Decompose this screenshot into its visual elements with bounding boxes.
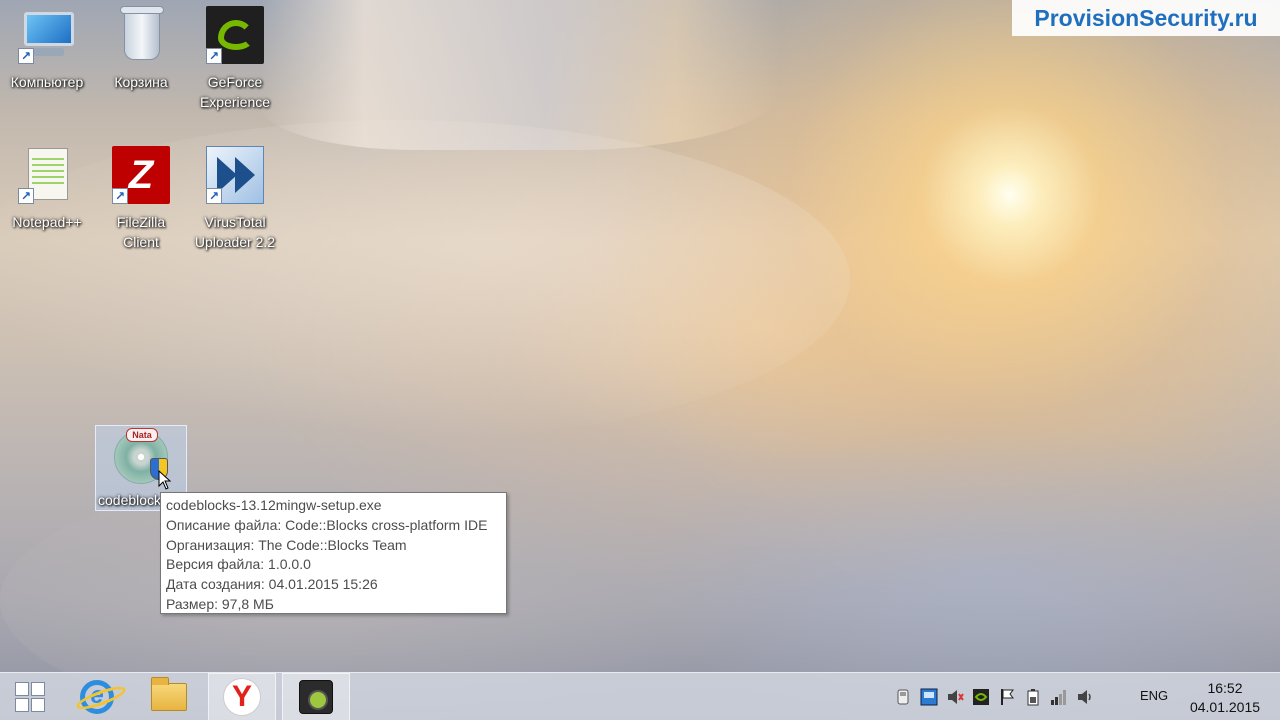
computer-icon: ↗ <box>16 4 78 66</box>
virustotal-icon: ↗ <box>204 144 266 206</box>
volume-icon[interactable] <box>1074 686 1096 708</box>
taskbar-yandex-browser[interactable]: Y <box>208 673 276 720</box>
taskbar-file-explorer[interactable] <box>138 673 200 720</box>
desktop-icon-label: codeblocks <box>98 492 169 508</box>
geforce-icon: ↗ <box>204 4 266 66</box>
taskbar: e Y ENG 16:52 04.01.2015 <box>0 672 1280 720</box>
tooltip-version: Версия файла: 1.0.0.0 <box>166 556 311 573</box>
usb-device-icon[interactable] <box>892 686 914 708</box>
wallpaper-ice-cliff <box>260 0 780 150</box>
file-info-tooltip: codeblocks-13.12mingw-setup.exe Описание… <box>160 492 507 614</box>
mouse-cursor-icon <box>158 470 172 490</box>
language-indicator[interactable]: ENG <box>1140 688 1168 703</box>
notepad-plus-plus-icon: ↗ <box>16 144 78 206</box>
taskbar-internet-explorer[interactable]: e <box>66 673 128 720</box>
nvidia-tray-icon[interactable] <box>970 686 992 708</box>
desktop-icon-label: GeForce Experience <box>199 74 271 110</box>
tooltip-description: Описание файла: Code::Blocks cross-platf… <box>166 516 488 533</box>
network-manager-icon[interactable] <box>918 686 940 708</box>
action-center-flag-icon[interactable] <box>996 686 1018 708</box>
camera-icon <box>299 680 333 714</box>
signal-strength-icon[interactable] <box>1048 686 1070 708</box>
tooltip-filename: codeblocks-13.12mingw-setup.exe <box>166 497 382 513</box>
clock-time: 16:52 <box>1207 680 1243 696</box>
tooltip-size: Размер: 97,8 МБ <box>166 595 274 612</box>
desktop-icon-filezilla[interactable]: Z ↗ FileZilla Client <box>94 144 188 252</box>
desktop-icon-label: FileZilla Client <box>116 214 166 250</box>
clock-date: 04.01.2015 <box>1189 699 1261 715</box>
tooltip-company: Организация: The Code::Blocks Team <box>166 536 407 553</box>
desktop-icon-virustotal[interactable]: ↗ VirusTotal Uploader 2.2 <box>188 144 282 252</box>
recycle-bin-icon <box>110 4 172 66</box>
desktop-icon-label: Notepad++ <box>12 214 82 230</box>
desktop-icon-geforce[interactable]: ↗ GeForce Experience <box>188 4 282 112</box>
installer-badge: Nata <box>126 428 158 442</box>
desktop-icon-label: VirusTotal Uploader 2.2 <box>194 214 276 250</box>
desktop-icon-label: Корзина <box>114 74 168 90</box>
yandex-icon: Y <box>223 678 261 716</box>
windows-logo-icon <box>15 682 45 712</box>
folder-icon <box>151 677 187 711</box>
desktop-icon-computer[interactable]: ↗ Компьютер <box>0 4 94 92</box>
desktop-icon-label: Компьютер <box>10 74 84 90</box>
desktop-icon-recycle-bin[interactable]: Корзина <box>94 4 188 92</box>
taskbar-clock[interactable]: 16:52 04.01.2015 <box>1180 679 1270 717</box>
watermark: ProvisionSecurity.ru <box>1012 0 1280 36</box>
battery-power-icon[interactable] <box>1022 686 1044 708</box>
tooltip-created: Дата создания: 04.01.2015 15:26 <box>166 576 378 593</box>
desktop-icon-notepad-plus-plus[interactable]: ↗ Notepad++ <box>0 144 94 232</box>
audio-mute-icon[interactable] <box>944 686 966 708</box>
taskbar-video-recorder[interactable] <box>282 673 350 720</box>
start-button[interactable] <box>0 673 60 720</box>
system-tray <box>890 673 1098 720</box>
filezilla-icon: Z ↗ <box>110 144 172 206</box>
internet-explorer-icon: e <box>74 680 128 714</box>
